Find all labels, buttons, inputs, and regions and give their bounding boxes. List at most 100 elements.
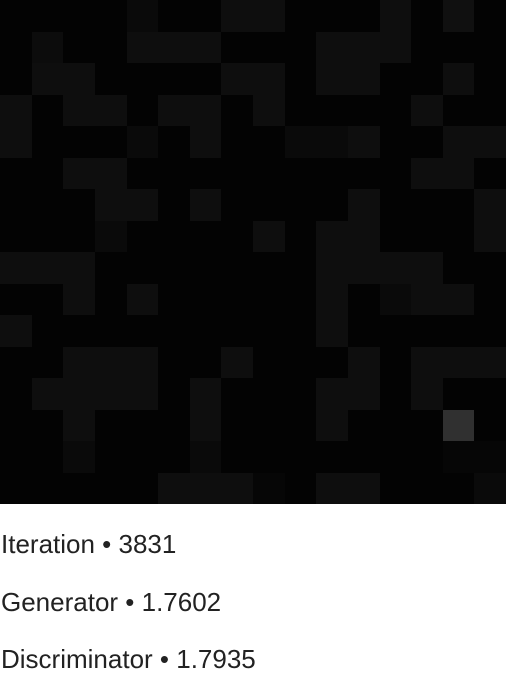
pixel-cell	[63, 0, 95, 32]
pixel-cell	[94, 63, 127, 95]
pixel-cell	[221, 283, 253, 315]
pixel-cell	[253, 252, 285, 284]
pixel-cell	[474, 0, 506, 32]
pixel-cell	[0, 378, 32, 410]
pixel-cell	[31, 252, 64, 284]
pixel-cell	[347, 409, 380, 441]
pixel-cell	[253, 441, 285, 473]
pixel-cell	[316, 378, 348, 410]
pixel-cell	[411, 378, 443, 410]
pixel-cell	[221, 126, 253, 158]
pixel-cell	[411, 126, 443, 158]
pixel-cell	[379, 441, 412, 473]
pixel-cell	[63, 31, 95, 63]
pixel-cell	[94, 346, 127, 378]
pixel-cell	[189, 346, 222, 378]
pixel-cell	[158, 315, 190, 347]
pixel-cell	[189, 252, 222, 284]
pixel-cell	[126, 63, 159, 95]
pixel-cell	[189, 441, 222, 473]
pixel-cell	[221, 189, 253, 221]
pixel-cell	[347, 220, 380, 252]
pixel-cell	[474, 315, 506, 347]
pixel-cell	[158, 157, 190, 189]
pixel-cell	[316, 283, 348, 315]
pixel-cell	[189, 126, 222, 158]
pixel-cell	[284, 0, 317, 32]
pixel-cell	[126, 378, 159, 410]
pixel-cell	[347, 31, 380, 63]
pixel-cell	[0, 0, 32, 32]
pixel-cell	[379, 126, 412, 158]
pixel-cell	[347, 252, 380, 284]
pixel-cell	[221, 0, 253, 32]
pixel-cell	[347, 472, 380, 504]
pixel-cell	[316, 315, 348, 347]
pixel-cell	[284, 189, 317, 221]
pixel-cell	[442, 126, 475, 158]
pixel-cell	[442, 220, 475, 252]
pixel-cell	[63, 283, 95, 315]
pixel-cell	[126, 252, 159, 284]
pixel-cell	[442, 283, 475, 315]
pixel-cell	[126, 31, 159, 63]
pixel-cell	[158, 472, 190, 504]
pixel-cell	[442, 31, 475, 63]
pixel-cell	[126, 189, 159, 221]
pixel-cell	[158, 252, 190, 284]
pixel-cell	[94, 31, 127, 63]
pixel-cell	[253, 315, 285, 347]
pixel-cell	[189, 157, 222, 189]
pixel-cell	[284, 252, 317, 284]
pixel-cell	[411, 157, 443, 189]
pixel-cell	[316, 472, 348, 504]
pixel-cell	[31, 94, 64, 126]
pixel-cell	[347, 189, 380, 221]
pixel-cell	[126, 126, 159, 158]
generator-loss-label: Generator • 1.7602	[1, 587, 222, 617]
pixel-cell	[0, 157, 32, 189]
pixel-cell	[474, 126, 506, 158]
pixel-cell	[253, 31, 285, 63]
pixel-cell	[31, 283, 64, 315]
pixel-cell	[284, 31, 317, 63]
pixel-cell	[474, 283, 506, 315]
pixel-cell	[284, 409, 317, 441]
pixel-cell	[189, 189, 222, 221]
pixel-cell	[158, 0, 190, 32]
pixel-cell	[411, 31, 443, 63]
pixel-cell	[221, 252, 253, 284]
pixel-cell	[94, 220, 127, 252]
pixel-cell	[0, 346, 32, 378]
pixel-cell	[442, 94, 475, 126]
pixel-cell	[31, 31, 64, 63]
pixel-cell	[316, 0, 348, 32]
pixel-cell	[253, 346, 285, 378]
pixel-cell	[379, 0, 412, 32]
pixel-cell	[63, 157, 95, 189]
pixel-cell	[379, 315, 412, 347]
pixel-cell	[94, 189, 127, 221]
pixel-cell	[253, 63, 285, 95]
pixel-cell	[189, 220, 222, 252]
pixel-cell	[0, 472, 32, 504]
pixel-cell	[474, 346, 506, 378]
pixel-cell	[94, 252, 127, 284]
pixel-cell	[221, 157, 253, 189]
pixel-cell	[0, 220, 32, 252]
pixel-cell	[94, 283, 127, 315]
pixel-cell	[31, 0, 64, 32]
pixel-cell	[474, 378, 506, 410]
pixel-cell	[0, 63, 32, 95]
pixel-cell	[63, 346, 95, 378]
pixel-cell	[442, 189, 475, 221]
pixel-cell	[253, 409, 285, 441]
pixel-cell	[158, 441, 190, 473]
pixel-cell	[221, 315, 253, 347]
pixel-cell	[442, 472, 475, 504]
pixel-cell	[158, 94, 190, 126]
pixel-cell	[31, 157, 64, 189]
pixel-cell	[31, 189, 64, 221]
pixel-cell	[379, 94, 412, 126]
pixel-cell	[253, 126, 285, 158]
